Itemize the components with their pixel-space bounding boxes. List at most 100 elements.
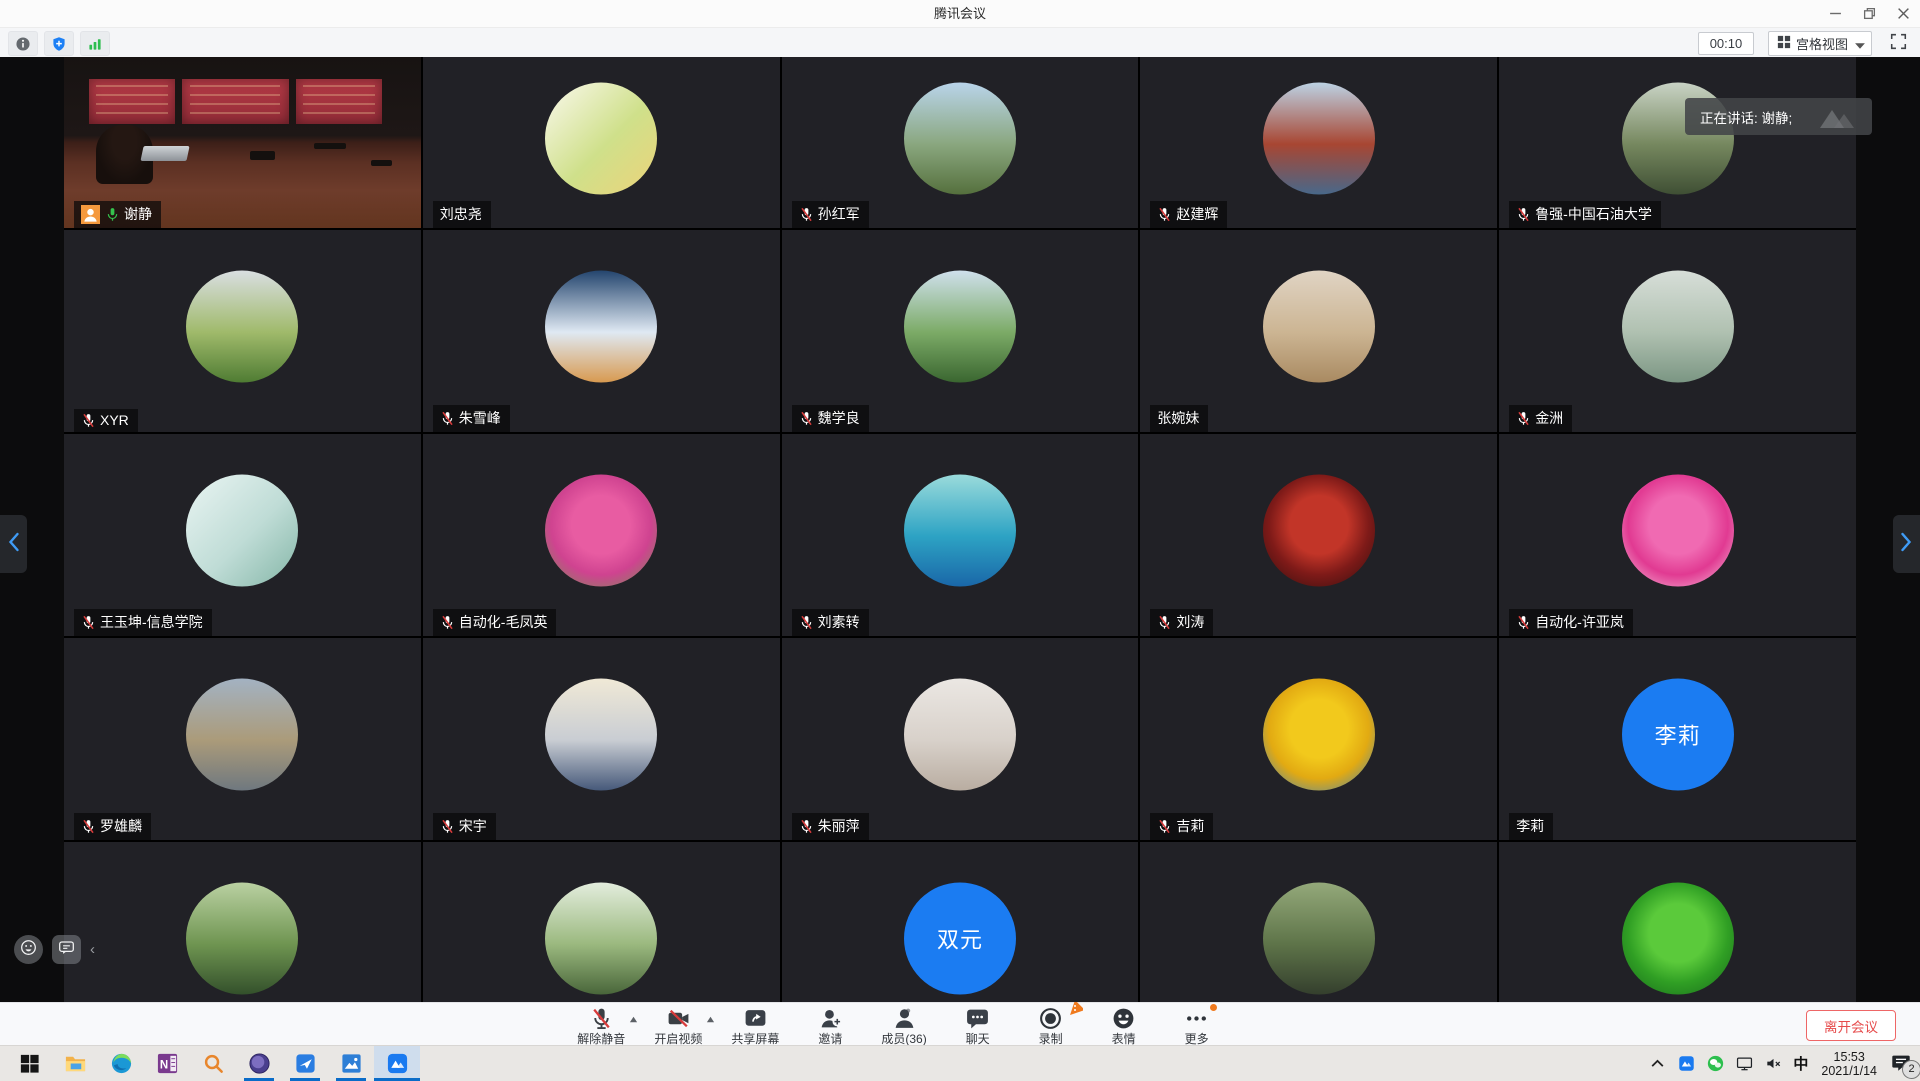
photo-avatar	[545, 82, 657, 194]
participant-tile-宋宇[interactable]: 宋宇	[423, 638, 780, 840]
record-button[interactable]: 录制	[1029, 1003, 1073, 1046]
leave-meeting-button[interactable]: 离开会议	[1806, 1010, 1896, 1041]
participant-tile-自动化-许亚岚[interactable]: 自动化-许亚岚	[1499, 434, 1856, 636]
more-button[interactable]: 更多	[1175, 1003, 1219, 1046]
taskbar-app-media-player[interactable]	[236, 1046, 282, 1081]
invite-icon	[818, 1006, 843, 1031]
meeting-timer: 00:10	[1698, 32, 1754, 55]
info-icon	[15, 36, 31, 52]
share-screen-button[interactable]: 共享屏幕	[731, 1003, 779, 1046]
speaker-muted-icon[interactable]	[1764, 1055, 1782, 1073]
ime-indicator[interactable]: 中	[1793, 1053, 1808, 1074]
expand-arrow-icon[interactable]	[629, 1011, 638, 1020]
participant-tile-魏学良[interactable]: 魏学良	[782, 230, 1139, 432]
taskbar-clock[interactable]: 15:53 2021/1/14	[1819, 1050, 1879, 1078]
participant-tile-朱雪峰[interactable]: 朱雪峰	[423, 230, 780, 432]
participant-name: 鲁强-中国石油大学	[1535, 204, 1652, 224]
participant-tile-吉莉[interactable]: 吉莉	[1140, 638, 1497, 840]
restore-button[interactable]	[1852, 0, 1886, 27]
view-mode-button[interactable]: 宫格视图	[1768, 31, 1872, 56]
participant-name: 王玉坤-信息学院	[100, 612, 203, 632]
mic-muted-icon	[799, 411, 814, 426]
participant-tile-XYR[interactable]: XYR	[64, 230, 421, 432]
photo-avatar	[1622, 271, 1734, 383]
participant-name: 谢静	[124, 204, 152, 224]
participant-name: 刘忠尧	[440, 204, 482, 224]
start-video-button[interactable]: 开启视频	[654, 1003, 702, 1046]
chevron-up-icon[interactable]	[1648, 1055, 1666, 1073]
close-button[interactable]	[1886, 0, 1920, 27]
chat-button[interactable]: 聊天	[956, 1003, 1000, 1046]
participant-name: 宋宇	[459, 816, 487, 836]
participant-name: 李莉	[1516, 816, 1544, 836]
participant-tile-鲁强-中国石油大学[interactable]: 鲁强-中国石油大学	[1499, 57, 1856, 228]
taskbar-app-onenote[interactable]: N	[144, 1046, 190, 1081]
participant-tile-刘忠尧[interactable]: 刘忠尧	[423, 57, 780, 228]
display-icon[interactable]	[1735, 1055, 1753, 1073]
meeting-tray-icon[interactable]	[1677, 1055, 1695, 1073]
participant-name-label: 自动化-毛凤英	[433, 609, 557, 636]
tencent-meeting-window: 腾讯会议 00:10 宫格视图 谢静刘忠尧孙红军赵建辉鲁强-中国石	[0, 0, 1920, 1080]
participant-name: 刘涛	[1176, 612, 1204, 632]
collapse-quick-actions[interactable]: ‹	[90, 941, 95, 958]
taskbar-app-search[interactable]	[190, 1046, 236, 1081]
participant-tile-李莉[interactable]: 李莉李莉	[1499, 638, 1856, 840]
participant-tile-孙红军[interactable]: 孙红军	[782, 57, 1139, 228]
participant-tile-罗雄麟[interactable]: 罗雄麟	[64, 638, 421, 840]
mic-muted-icon	[1157, 207, 1172, 222]
photo-avatar	[186, 271, 298, 383]
participant-tile-刘素转[interactable]: 刘素转	[782, 434, 1139, 636]
prev-page-arrow[interactable]	[0, 515, 27, 573]
taskbar-app-explorer[interactable]	[52, 1046, 98, 1081]
participant-name-label: 张婉妹	[1150, 405, 1208, 432]
photos-icon	[340, 1052, 363, 1075]
mic-muted-icon	[589, 1006, 614, 1031]
fullscreen-icon	[1890, 33, 1907, 55]
shield-button[interactable]	[44, 31, 74, 56]
minimize-button[interactable]	[1818, 0, 1852, 27]
photo-avatar	[545, 679, 657, 791]
wechat-icon[interactable]	[1706, 1055, 1724, 1073]
participant-name: 自动化-毛凤英	[459, 612, 548, 632]
notification-center-button[interactable]: 2	[1890, 1052, 1916, 1076]
taskbar-app-start[interactable]	[6, 1046, 52, 1081]
photo-avatar	[186, 883, 298, 995]
info-button[interactable]	[8, 31, 38, 56]
next-page-arrow[interactable]	[1893, 515, 1920, 573]
photo-avatar	[904, 271, 1016, 383]
participant-name: 吉莉	[1176, 816, 1204, 836]
participant-tile-赵建辉[interactable]: 赵建辉	[1140, 57, 1497, 228]
expand-arrow-icon[interactable]	[706, 1011, 715, 1020]
taskbar-app-edge[interactable]	[98, 1046, 144, 1081]
mic-muted-icon	[1516, 411, 1531, 426]
participant-name: 刘素转	[818, 612, 860, 632]
mic-muted-icon	[1157, 615, 1172, 630]
members-button[interactable]: 成员(36)	[881, 1003, 926, 1046]
restore-icon	[1863, 7, 1876, 20]
taskbar-app-tencent-meeting[interactable]	[374, 1046, 420, 1081]
participant-tile-张婉妹[interactable]: 张婉妹	[1140, 230, 1497, 432]
participant-tile-王玉坤-信息学院[interactable]: 王玉坤-信息学院	[64, 434, 421, 636]
quick-emoji-button[interactable]	[14, 935, 43, 964]
quick-chat-button[interactable]	[52, 935, 81, 964]
speaking-indicator-text: 正在讲话: 谢静;	[1700, 107, 1792, 127]
participant-name-label: 刘忠尧	[433, 201, 491, 228]
participant-tile-金洲[interactable]: 金洲	[1499, 230, 1856, 432]
view-mode-label: 宫格视图	[1796, 34, 1848, 53]
host-badge-icon	[81, 205, 100, 224]
fullscreen-button[interactable]	[1886, 32, 1910, 56]
mic-muted-icon	[81, 819, 96, 834]
unmute-button[interactable]: 解除静音	[577, 1003, 625, 1046]
system-tray: 中 15:53 2021/1/14 2	[1648, 1046, 1916, 1081]
participant-tile-自动化-毛凤英[interactable]: 自动化-毛凤英	[423, 434, 780, 636]
participant-tile-朱丽萍[interactable]: 朱丽萍	[782, 638, 1139, 840]
participant-tile-谢静[interactable]: 谢静	[64, 57, 421, 228]
participant-tile-刘涛[interactable]: 刘涛	[1140, 434, 1497, 636]
emoji-button[interactable]: 表情	[1102, 1003, 1146, 1046]
meeting-footer-toolbar: 解除静音 开启视频 共享屏幕 邀请 成员(36) 聊天 录制 表情 更多 离开会…	[0, 1002, 1920, 1046]
network-signal-button[interactable]	[80, 31, 110, 56]
invite-button[interactable]: 邀请	[808, 1003, 852, 1046]
taskbar-app-docs[interactable]	[282, 1046, 328, 1081]
mic-muted-icon	[440, 615, 455, 630]
taskbar-app-photos[interactable]	[328, 1046, 374, 1081]
